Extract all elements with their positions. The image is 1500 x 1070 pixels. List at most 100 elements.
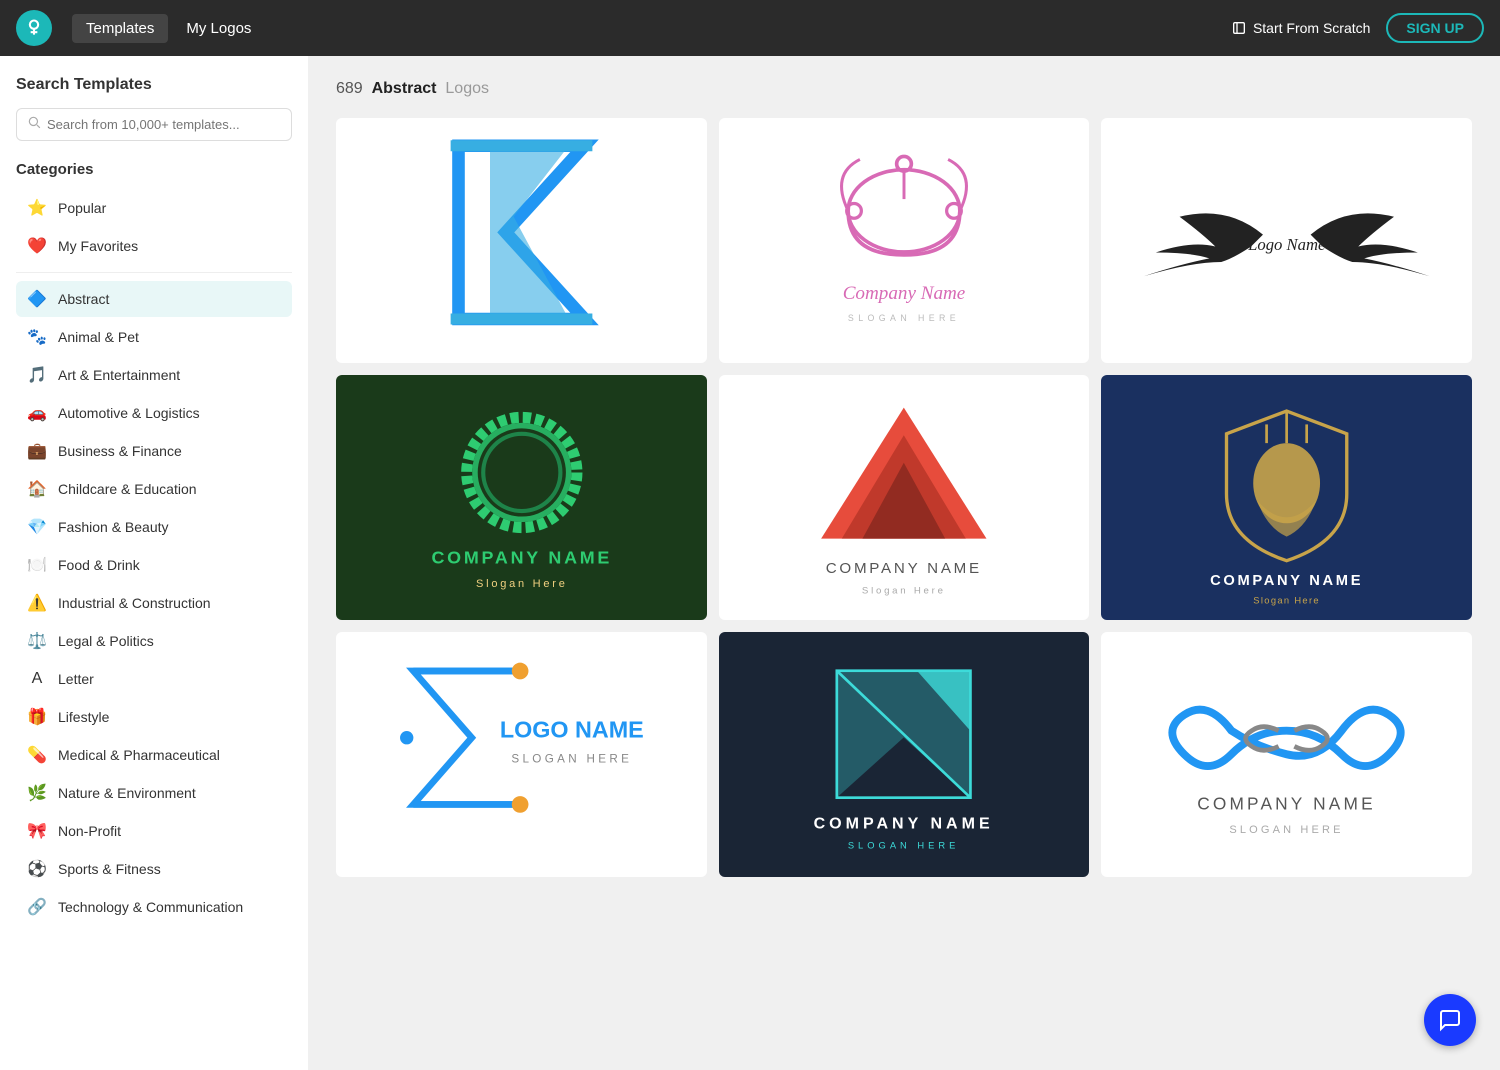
- layout: Search Templates Categories ⭐ Popular ❤️…: [0, 56, 1500, 1070]
- cat-label-6: Fashion & Beauty: [58, 519, 169, 535]
- cat-icon-6: 💎: [26, 516, 48, 538]
- sign-up-button[interactable]: SIGN UP: [1386, 13, 1484, 43]
- template-card-4[interactable]: COMPANY NAME Slogan Here: [336, 375, 707, 620]
- cat-icon-5: 🏠: [26, 478, 48, 500]
- template-card-7[interactable]: LOGO NAME SLOGAN HERE: [336, 632, 707, 877]
- svg-text:COMPANY NAME: COMPANY NAME: [1210, 573, 1363, 589]
- svg-text:SLOGAN HERE: SLOGAN HERE: [848, 313, 960, 323]
- sidebar-item-nature---environment[interactable]: 🌿 Nature & Environment: [16, 775, 292, 811]
- svg-text:SLOGAN HERE: SLOGAN HERE: [1230, 824, 1344, 836]
- template-card-5[interactable]: COMPANY NAME Slogan Here: [719, 375, 1090, 620]
- nav-templates[interactable]: Templates: [72, 14, 168, 43]
- cat-icon-10: A: [26, 668, 48, 690]
- cat-label-10: Letter: [58, 671, 94, 687]
- template-card-6[interactable]: COMPANY NAME Slogan Here: [1101, 375, 1472, 620]
- sidebar-item-legal---politics[interactable]: ⚖️ Legal & Politics: [16, 623, 292, 659]
- cat-icon-7: 🍽️: [26, 554, 48, 576]
- cat-label-9: Legal & Politics: [58, 633, 154, 649]
- popular-icon: ⭐: [26, 197, 48, 219]
- cat-label-0: Abstract: [58, 291, 109, 307]
- results-count: 689: [336, 80, 363, 97]
- cat-icon-11: 🎁: [26, 706, 48, 728]
- cat-icon-9: ⚖️: [26, 630, 48, 652]
- template-card-8[interactable]: COMPANY NAME SLOGAN HERE: [719, 632, 1090, 877]
- cat-label-1: Animal & Pet: [58, 329, 139, 345]
- sidebar-item-non-profit[interactable]: 🎀 Non-Profit: [16, 813, 292, 849]
- cat-label-11: Lifestyle: [58, 709, 109, 725]
- main-content: 689 Abstract Logos LOGO NAME SLOGAN HERE: [308, 56, 1500, 1070]
- sidebar-item-abstract[interactable]: 🔷 Abstract: [16, 281, 292, 317]
- cat-label-8: Industrial & Construction: [58, 595, 211, 611]
- cat-icon-12: 💊: [26, 744, 48, 766]
- cat-label-3: Automotive & Logistics: [58, 405, 200, 421]
- svg-text:COMPANY NAME: COMPANY NAME: [1197, 794, 1376, 814]
- svg-text:Slogan Here: Slogan Here: [476, 578, 568, 590]
- cat-icon-3: 🚗: [26, 402, 48, 424]
- template-card-2[interactable]: Company Name SLOGAN HERE: [719, 118, 1090, 363]
- sidebar-item-childcare---education[interactable]: 🏠 Childcare & Education: [16, 471, 292, 507]
- svg-text:Slogan Here: Slogan Here: [1253, 596, 1320, 606]
- svg-text:SLOGAN HERE: SLOGAN HERE: [848, 841, 960, 851]
- sidebar-item-food---drink[interactable]: 🍽️ Food & Drink: [16, 547, 292, 583]
- sidebar: Search Templates Categories ⭐ Popular ❤️…: [0, 56, 308, 1070]
- sidebar-item-medical---pharmaceutical[interactable]: 💊 Medical & Pharmaceutical: [16, 737, 292, 773]
- categories-title: Categories: [16, 161, 292, 178]
- svg-text:SLOGAN HERE: SLOGAN HERE: [511, 753, 632, 766]
- favorites-icon: ❤️: [26, 235, 48, 257]
- svg-text:Logo Name: Logo Name: [1247, 235, 1326, 254]
- app-logo[interactable]: [16, 10, 52, 46]
- sidebar-item-fashion---beauty[interactable]: 💎 Fashion & Beauty: [16, 509, 292, 545]
- cat-label-14: Non-Profit: [58, 823, 121, 839]
- sidebar-item-automotive---logistics[interactable]: 🚗 Automotive & Logistics: [16, 395, 292, 431]
- template-card-9[interactable]: COMPANY NAME SLOGAN HERE: [1101, 632, 1472, 877]
- cat-label-12: Medical & Pharmaceutical: [58, 747, 220, 763]
- chat-button[interactable]: [1424, 994, 1476, 1046]
- cat-label-16: Technology & Communication: [58, 899, 243, 915]
- cat-icon-14: 🎀: [26, 820, 48, 842]
- cat-label-7: Food & Drink: [58, 557, 140, 573]
- results-keyword: Abstract: [372, 80, 437, 97]
- sidebar-item-technology---communication[interactable]: 🔗 Technology & Communication: [16, 889, 292, 925]
- cat-label-15: Sports & Fitness: [58, 861, 161, 877]
- sidebar-item-business---finance[interactable]: 💼 Business & Finance: [16, 433, 292, 469]
- popular-label: Popular: [58, 200, 106, 216]
- template-card-3[interactable]: Logo Name: [1101, 118, 1472, 363]
- header-right: Start From Scratch SIGN UP: [1231, 13, 1484, 43]
- results-header: 689 Abstract Logos: [336, 80, 1472, 98]
- results-suffix: Logos: [445, 80, 489, 97]
- sidebar-item-lifestyle[interactable]: 🎁 Lifestyle: [16, 699, 292, 735]
- svg-text:COMPANY NAME: COMPANY NAME: [431, 548, 612, 568]
- svg-text:Slogan Here: Slogan Here: [862, 586, 946, 597]
- search-box[interactable]: [16, 108, 292, 141]
- start-from-scratch-button[interactable]: Start From Scratch: [1231, 20, 1370, 36]
- svg-text:COMPANY NAME: COMPANY NAME: [826, 560, 982, 577]
- cat-label-13: Nature & Environment: [58, 785, 196, 801]
- svg-text:LOGO NAME: LOGO NAME: [499, 717, 643, 743]
- template-card-1[interactable]: LOGO NAME SLOGAN HERE: [336, 118, 707, 363]
- header: Templates My Logos Start From Scratch SI…: [0, 0, 1500, 56]
- sidebar-item-art---entertainment[interactable]: 🎵 Art & Entertainment: [16, 357, 292, 393]
- search-input[interactable]: [47, 117, 281, 132]
- header-nav: Templates My Logos: [72, 14, 1231, 43]
- nav-my-logos[interactable]: My Logos: [172, 14, 265, 43]
- cat-icon-2: 🎵: [26, 364, 48, 386]
- sidebar-item-industrial---construction[interactable]: ⚠️ Industrial & Construction: [16, 585, 292, 621]
- sidebar-item-popular[interactable]: ⭐ Popular: [16, 190, 292, 226]
- cat-icon-0: 🔷: [26, 288, 48, 310]
- sidebar-item-animal---pet[interactable]: 🐾Animal & Pet: [16, 319, 292, 355]
- cat-icon-15: ⚽: [26, 858, 48, 880]
- cat-label-4: Business & Finance: [58, 443, 182, 459]
- sidebar-item-favorites[interactable]: ❤️ My Favorites: [16, 228, 292, 264]
- sidebar-item-sports---fitness[interactable]: ⚽ Sports & Fitness: [16, 851, 292, 887]
- svg-text:Company Name: Company Name: [843, 283, 966, 304]
- cat-icon-16: 🔗: [26, 896, 48, 918]
- divider: [16, 272, 292, 273]
- sidebar-item-letter[interactable]: A Letter: [16, 661, 292, 697]
- cat-label-5: Childcare & Education: [58, 481, 197, 497]
- cat-icon-8: ⚠️: [26, 592, 48, 614]
- logo-grid: LOGO NAME SLOGAN HERE: [336, 118, 1472, 877]
- cat-icon-13: 🌿: [26, 782, 48, 804]
- cat-icon-4: 💼: [26, 440, 48, 462]
- sidebar-title: Search Templates: [16, 76, 292, 94]
- cat-label-2: Art & Entertainment: [58, 367, 180, 383]
